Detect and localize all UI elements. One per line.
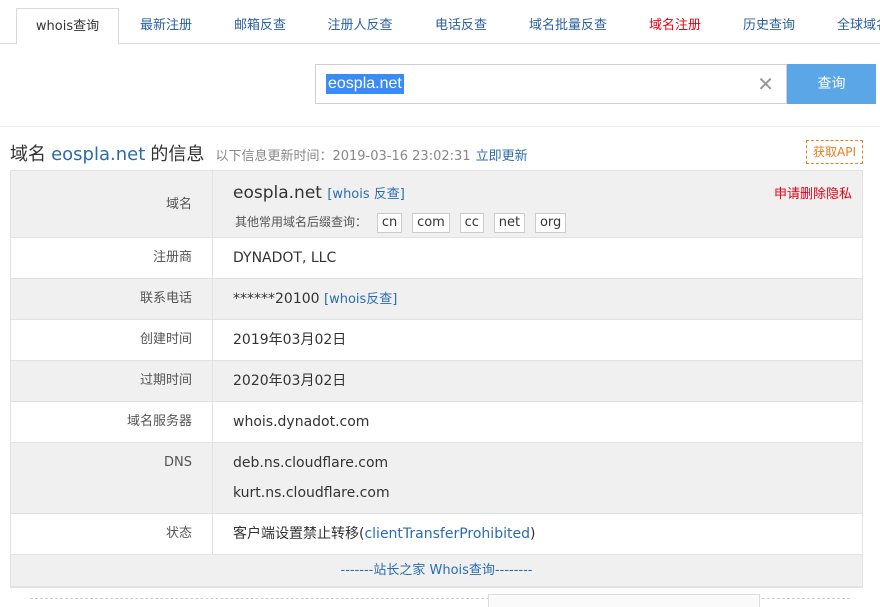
suffix-org[interactable]: org <box>534 213 567 233</box>
row-label: 域名 <box>11 171 213 237</box>
row-created: 创建时间 2019年03月02日 <box>11 320 862 361</box>
title-prefix: 域名 <box>10 144 46 165</box>
whois-reverse-link[interactable]: [whois 反查] <box>327 187 405 202</box>
footer-link[interactable]: -------站长之家 Whois查询-------- <box>11 555 862 587</box>
tab-whois[interactable]: whois查询 <box>16 8 119 45</box>
suffix-cc[interactable]: cc <box>459 213 484 233</box>
row-phone: 联系电话 ******20100 [whois反查] <box>11 279 862 320</box>
row-label: DNS <box>11 443 213 513</box>
suffix-cn[interactable]: cn <box>376 213 403 233</box>
phone-reverse-link[interactable]: [whois反查] <box>324 292 397 307</box>
close-icon[interactable]: ✕ <box>757 73 774 95</box>
domain-value: eospla.net <box>233 183 322 203</box>
status-prefix: 客户端设置禁止转移( <box>233 526 365 542</box>
popup-panel <box>488 594 760 607</box>
tab-latest-registration[interactable]: 最新注册 <box>127 8 205 44</box>
server-value: whois.dynadot.com <box>233 414 370 430</box>
tab-global-domain[interactable]: 全球域名 <box>824 8 880 44</box>
search-box: eospla.net ✕ <box>315 64 787 104</box>
dns-value: deb.ns.cloudflare.com <box>233 455 389 471</box>
divider <box>0 126 880 127</box>
tab-registrant-reverse[interactable]: 注册人反查 <box>315 8 405 44</box>
tab-domain-registration[interactable]: 域名注册 <box>636 8 714 44</box>
page-title: 域名 eospla.net 的信息 以下信息更新时间：2019-03-16 23… <box>10 140 528 165</box>
phone-value: ******20100 <box>233 291 320 307</box>
delete-privacy-link[interactable]: 申请删除隐私 <box>774 183 852 202</box>
tab-history[interactable]: 历史查询 <box>730 8 808 44</box>
row-label: 过期时间 <box>11 361 213 401</box>
status-link[interactable]: clientTransferProhibited <box>364 526 529 542</box>
dns-value: kurt.ns.cloudflare.com <box>233 485 390 501</box>
row-label: 注册商 <box>11 238 213 278</box>
whois-info-table: 域名 eospla.net [whois 反查] 其他常用域名后缀查询： cn … <box>10 170 863 588</box>
tab-bar: whois查询 最新注册 邮箱反查 注册人反查 电话反查 域名批量反查 域名注册… <box>0 0 880 45</box>
row-value: deb.ns.cloudflare.com kurt.ns.cloudflare… <box>213 443 862 513</box>
row-label: 域名服务器 <box>11 402 213 442</box>
suffix-label: 其他常用域名后缀查询： <box>235 215 368 229</box>
row-status: 状态 客户端设置禁止转移(clientTransferProhibited) <box>11 514 862 555</box>
row-label: 状态 <box>11 514 213 554</box>
row-server: 域名服务器 whois.dynadot.com <box>11 402 862 443</box>
row-expire: 过期时间 2020年03月02日 <box>11 361 862 402</box>
update-time: 以下信息更新时间：2019-03-16 23:02:31 <box>215 149 471 164</box>
title-suffix: 的信息 <box>150 144 205 165</box>
row-domain: 域名 eospla.net [whois 反查] 其他常用域名后缀查询： cn … <box>11 171 862 238</box>
row-label: 创建时间 <box>11 320 213 360</box>
status-suffix: ) <box>529 526 536 542</box>
search-button[interactable]: 查询 <box>787 64 876 104</box>
tab-email-reverse[interactable]: 邮箱反查 <box>221 8 299 44</box>
suffix-net[interactable]: net <box>493 213 526 233</box>
suffix-com[interactable]: com <box>412 213 450 233</box>
get-api-button[interactable]: 获取API <box>806 140 863 164</box>
registrar-value: DYNADOT, LLC <box>233 250 337 266</box>
row-value: 客户端设置禁止转移(clientTransferProhibited) <box>213 514 862 554</box>
title-domain: eospla.net <box>51 144 146 165</box>
row-value: ******20100 [whois反查] <box>213 279 862 319</box>
row-label: 联系电话 <box>11 279 213 319</box>
search-input[interactable]: eospla.net <box>326 74 404 94</box>
row-value: eospla.net [whois 反查] 其他常用域名后缀查询： cn com… <box>213 171 862 237</box>
row-dns: DNS deb.ns.cloudflare.com kurt.ns.cloudf… <box>11 443 862 514</box>
created-value: 2019年03月02日 <box>233 332 347 348</box>
tab-phone-reverse[interactable]: 电话反查 <box>422 8 500 44</box>
update-now-link[interactable]: 立即更新 <box>476 149 528 164</box>
tab-batch-reverse[interactable]: 域名批量反查 <box>516 8 620 44</box>
row-registrar: 注册商 DYNADOT, LLC <box>11 238 862 279</box>
expire-value: 2020年03月02日 <box>233 373 347 389</box>
